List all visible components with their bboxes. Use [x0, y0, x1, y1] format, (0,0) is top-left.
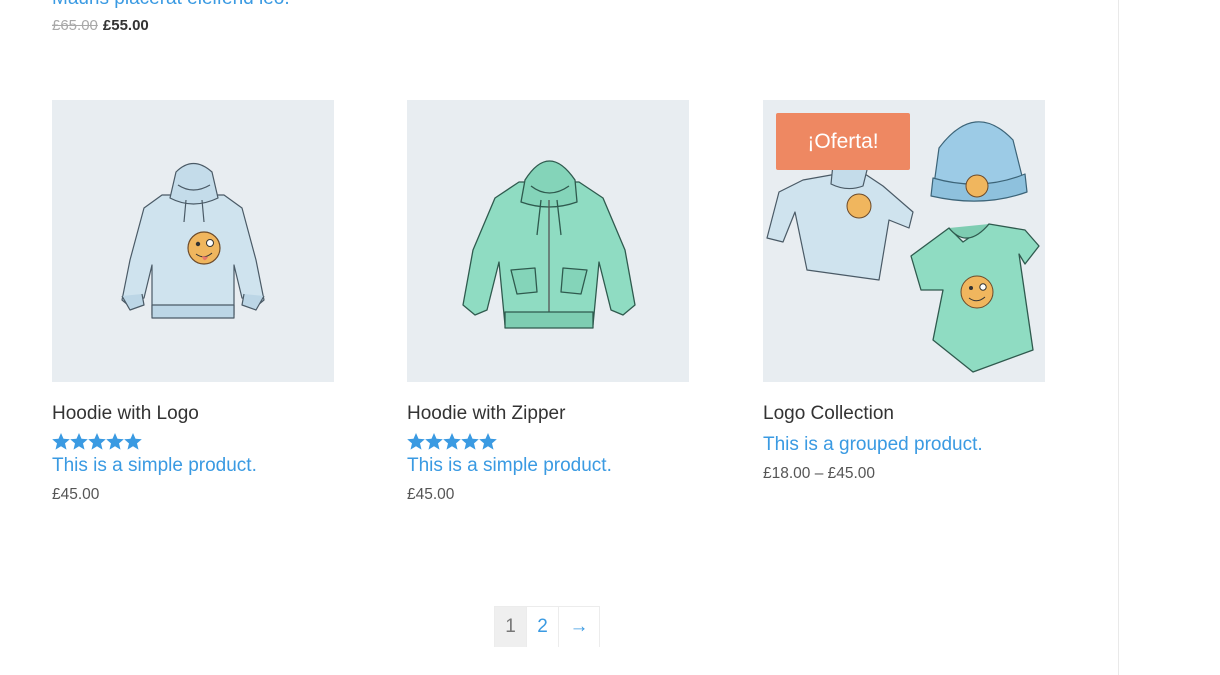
- hoodie-with-zipper-image: [462, 160, 636, 329]
- product-card-hoodie-with-zipper: Hoodie with Zipper This is a simple prod…: [407, 100, 689, 504]
- sidebar-divider: [1118, 0, 1119, 675]
- product-image[interactable]: [407, 100, 689, 382]
- product-description-link[interactable]: This is a simple product.: [407, 455, 689, 477]
- product-title[interactable]: Hoodie with Logo: [52, 403, 334, 425]
- product-price: £45.00: [52, 486, 100, 503]
- product-image[interactable]: [52, 100, 334, 382]
- star-icon: [407, 433, 497, 450]
- product-price: £45.00: [407, 486, 455, 503]
- old-price: £65.00: [52, 17, 98, 34]
- product-price: £18.00 – £45.00: [763, 465, 876, 482]
- product-title[interactable]: Hoodie with Zipper: [407, 403, 689, 425]
- star-icon: [52, 433, 142, 450]
- star-rating: [407, 432, 689, 452]
- product-image[interactable]: ¡Oferta!: [763, 100, 1045, 382]
- product-description-link[interactable]: Mauris placerat eleifend leo.: [52, 0, 290, 10]
- product-title[interactable]: Logo Collection: [763, 403, 1045, 425]
- product-card-hoodie-with-logo: Hoodie with Logo This is a simple produc…: [52, 100, 334, 504]
- hoodie-with-logo-image: [121, 162, 265, 319]
- product-description-link[interactable]: This is a simple product.: [52, 455, 334, 477]
- product-card-logo-collection: ¡Oferta! Logo Collection This is a group…: [763, 100, 1045, 483]
- next-page-arrow-icon[interactable]: →: [559, 607, 600, 647]
- page-current: 1: [495, 607, 527, 647]
- sale-badge: ¡Oferta!: [776, 113, 910, 170]
- pagination: 1 2 →: [494, 606, 600, 647]
- page-link-2[interactable]: 2: [527, 607, 559, 647]
- sale-price: £55.00: [102, 17, 149, 34]
- star-rating: [52, 432, 334, 452]
- product-description-link[interactable]: This is a grouped product.: [763, 434, 1045, 456]
- product-price: £65.00 £55.00: [52, 17, 149, 34]
